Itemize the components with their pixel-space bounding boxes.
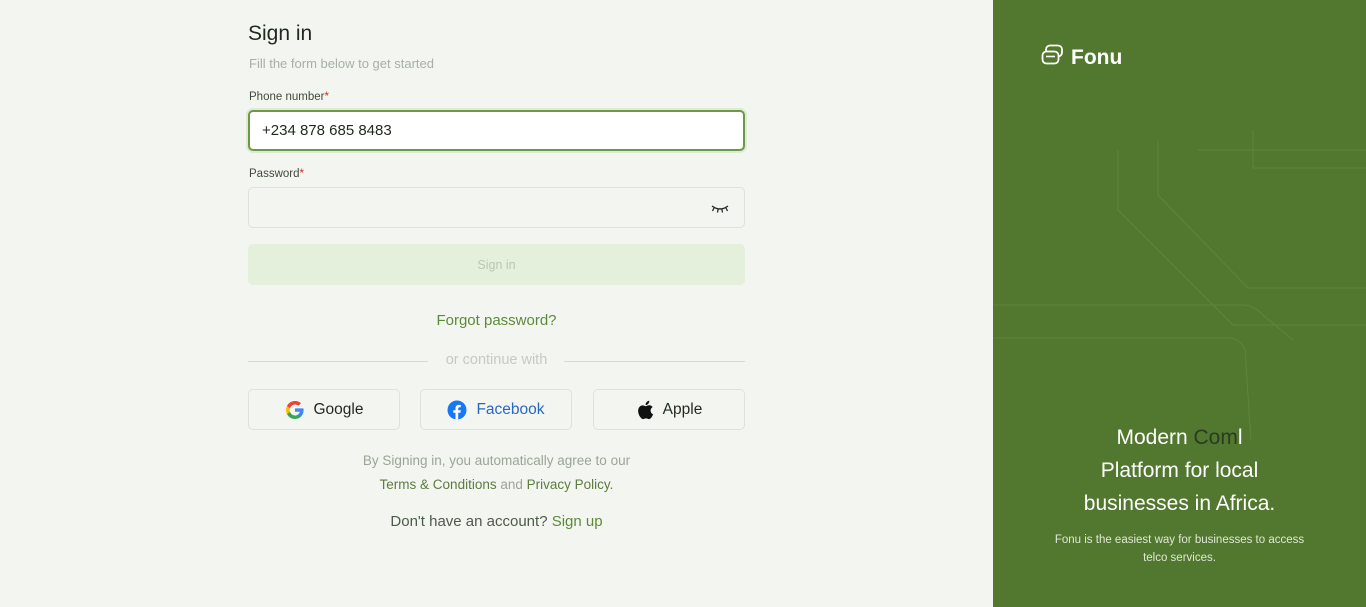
typing-cursor: l [1237, 426, 1243, 449]
eye-closed-icon[interactable] [710, 200, 730, 216]
sign-in-panel: Sign in Fill the form below to get start… [0, 0, 993, 607]
hero-line-1-text: Modern [1116, 426, 1194, 449]
apple-icon [636, 400, 654, 420]
password-label: Password* [249, 168, 304, 180]
required-mark: * [299, 168, 304, 180]
required-mark: * [324, 91, 329, 103]
apple-label: Apple [662, 400, 703, 418]
brand-panel: Fonu Modern Coml Platform for local busi… [993, 0, 1366, 607]
brand-logo: Fonu [1041, 44, 1122, 72]
signup-prompt: Don't have an account? Sign up [248, 513, 745, 530]
phone-label: Phone number* [249, 91, 329, 103]
legal-prefix: By Signing in, you automatically agree t… [362, 453, 631, 468]
brand-name: Fonu [1071, 46, 1123, 69]
divider-line [564, 361, 745, 362]
signup-prompt-text: Don't have an account? [390, 513, 548, 530]
sign-in-button[interactable]: Sign in [248, 244, 745, 285]
hero-line-3: businesses in Africa. [1083, 492, 1276, 515]
facebook-label: Facebook [476, 400, 545, 418]
terms-link[interactable]: Terms & Conditions [380, 477, 497, 492]
divider-text: or continue with [445, 352, 548, 368]
forgot-password-link[interactable]: Forgot password? [248, 312, 745, 329]
legal-notice: By Signing in, you automatically agree t… [248, 449, 745, 497]
legal-links-line: Terms & Conditions and Privacy Policy. [248, 473, 745, 497]
fonu-logo-icon [1041, 44, 1065, 72]
facebook-button[interactable]: Facebook [420, 389, 572, 430]
password-label-text: Password [249, 168, 300, 180]
apple-button[interactable]: Apple [593, 389, 745, 430]
hero-headline: Modern Coml Platform for local businesse… [993, 421, 1366, 520]
typed-word: Com [1193, 426, 1238, 449]
phone-input[interactable] [250, 112, 743, 149]
hero-description: Fonu is the easiest way for businesses t… [1054, 534, 1305, 564]
phone-label-text: Phone number [249, 91, 325, 103]
google-icon [285, 400, 305, 420]
phone-field[interactable] [248, 110, 745, 151]
page-subtitle: Fill the form below to get started [249, 56, 434, 71]
facebook-icon [447, 400, 467, 420]
hero-line-2: Platform for local [1100, 459, 1259, 482]
password-field[interactable] [248, 187, 745, 228]
privacy-link[interactable]: Privacy Policy. [527, 477, 614, 492]
divider: or continue with [248, 352, 745, 370]
password-input[interactable] [249, 188, 689, 227]
google-button[interactable]: Google [248, 389, 400, 430]
legal-and: and [500, 477, 523, 492]
page-title: Sign in [248, 22, 313, 45]
hero-line-1: Modern Coml [993, 421, 1366, 454]
google-label: Google [313, 400, 364, 418]
sign-up-link[interactable]: Sign up [552, 513, 603, 530]
